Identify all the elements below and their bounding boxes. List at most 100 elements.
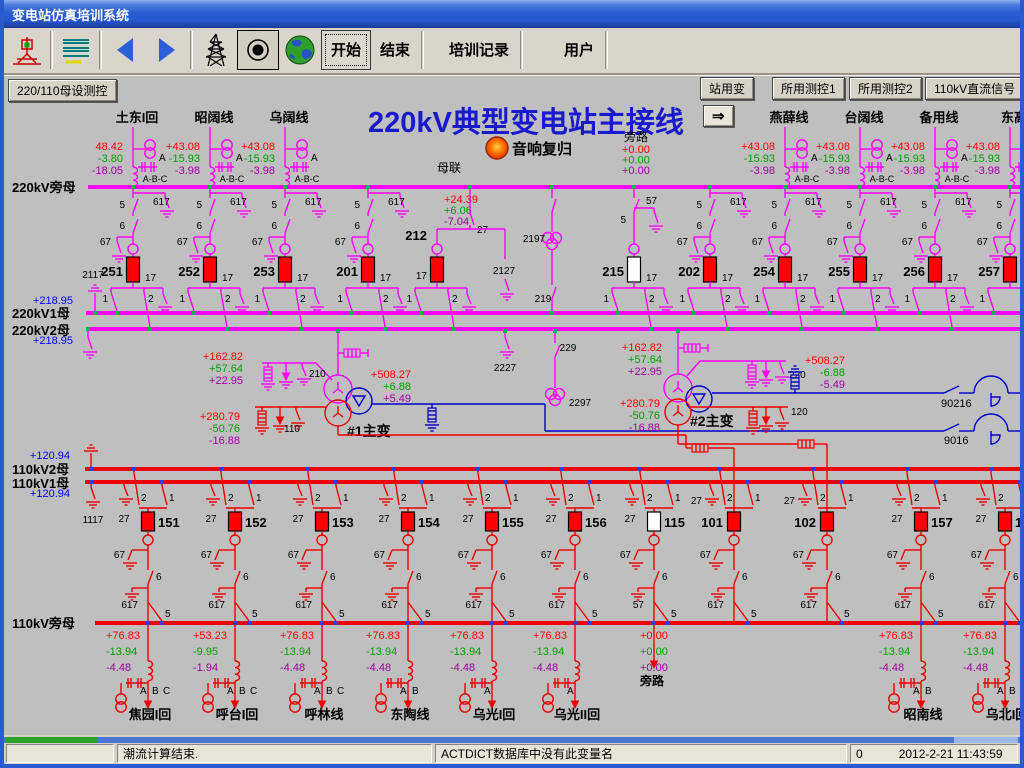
svg-text:-15.93: -15.93 (969, 153, 1000, 165)
svg-text:152: 152 (245, 515, 267, 530)
svg-text:101: 101 (701, 515, 723, 530)
bay-154[interactable]: 21271546766175 (374, 467, 441, 625)
bay-257[interactable]: 56176672571712 (977, 185, 1020, 331)
transformer-2[interactable]: 220#2主变120+162.82+57.64+22.95+280.79-50.… (620, 329, 1020, 448)
svg-text:-3.98: -3.98 (900, 165, 925, 177)
bay-156[interactable]: 21271566766175 (541, 467, 607, 625)
svg-text:1: 1 (675, 493, 681, 504)
user-button[interactable]: 用户 (555, 30, 603, 70)
bay-201[interactable]: 56176672011712 (335, 185, 409, 331)
svg-text:2: 2 (914, 493, 920, 504)
toolbar-separator (99, 31, 102, 69)
svg-text:57: 57 (646, 196, 658, 207)
svg-text:115: 115 (664, 515, 685, 530)
bay-101[interactable]: 21271016766175 (691, 448, 761, 625)
progress-green-segment (6, 737, 98, 743)
tower-button[interactable] (195, 30, 237, 70)
feeder-旁路[interactable]: +0.00+0.00+0.00旁路 (639, 621, 668, 688)
bay-254[interactable]: 56176672541712 (752, 185, 826, 331)
svg-text:+43.08: +43.08 (816, 141, 850, 153)
bay-115[interactable]: 2127115676575 (620, 467, 685, 625)
svg-text:27: 27 (624, 514, 636, 525)
feeder-乌光II回[interactable]: +76.83-13.94-4.48A乌光II回 (533, 621, 600, 722)
svg-text:-1.94: -1.94 (193, 662, 218, 674)
annunciator-reset[interactable]: 音响复归 (486, 137, 572, 159)
bay-102[interactable]: 21271026766175 (784, 444, 854, 625)
globe-button[interactable] (279, 30, 321, 70)
svg-text:-3.80: -3.80 (98, 153, 123, 165)
feeder-燕薛线[interactable]: 燕薛线+43.08-15.93-3.98AA-B-C (741, 110, 820, 189)
bay-256[interactable]: 56176672561712 (902, 185, 976, 331)
feeder-昭阔线[interactable]: 昭阔线+43.08-15.93-3.98AA-B-C (166, 110, 245, 189)
svg-text:6: 6 (996, 221, 1002, 232)
end-button[interactable]: 结束 (371, 30, 419, 70)
record-button[interactable] (237, 30, 279, 70)
feeder-东高[interactable]: 东高+43.08-15.93-3.98AA-B-C (966, 110, 1020, 189)
feeder-乌阔线[interactable]: 乌阔线+43.08-15.93-3.98AA-B-C (241, 110, 320, 189)
svg-text:A: A (140, 686, 147, 697)
left-earth-110 (84, 445, 100, 508)
feeder-焦园I回[interactable]: +76.83-13.94-4.48ABC焦园I回 (106, 621, 171, 722)
aux-control-1-button[interactable]: 所用测控1 (772, 77, 845, 100)
page-arrow-button[interactable]: ⇒ (703, 105, 734, 127)
bay-251[interactable]: 56176672511712 (100, 185, 174, 331)
feeder-乌北I回[interactable]: +76.83-13.94-4.48AB乌北I回 (963, 621, 1020, 722)
svg-text:1: 1 (179, 294, 185, 305)
feeder-乌光I回[interactable]: +76.83-13.94-4.48A乌光I回 (450, 621, 515, 722)
svg-text:B: B (925, 686, 932, 697)
svg-text:1: 1 (343, 493, 349, 504)
bay-255[interactable]: 56176672551712 (827, 185, 901, 331)
bay-253[interactable]: 56176672531712 (252, 185, 326, 331)
transformer-1[interactable]: 210#1主变110+162.82+57.64+22.95+280.79-50.… (200, 329, 1020, 452)
svg-text:+76.83: +76.83 (280, 630, 314, 642)
bay-252[interactable]: 56176672521712 (177, 185, 251, 331)
svg-text:27: 27 (118, 514, 130, 525)
feeder-东陶线[interactable]: +76.83-13.94-4.48AB东陶线 (366, 621, 430, 722)
svg-text:-4.48: -4.48 (280, 662, 305, 674)
svg-text:2: 2 (300, 294, 306, 305)
bay-158[interactable]: 21271586766175 (971, 467, 1020, 625)
bay-152[interactable]: 21271526766175 (201, 467, 267, 625)
substation-button[interactable] (6, 30, 48, 70)
bay-202[interactable]: 56176672021712 (677, 185, 751, 331)
feeder-台阔线[interactable]: 台阔线+43.08-15.93-3.98AA-B-C (816, 110, 895, 189)
svg-text:67: 67 (288, 550, 300, 561)
feeder-呼台I回[interactable]: +53.23-9.95-1.94ABC呼台I回 (193, 621, 258, 722)
toolbar-separator (520, 31, 523, 69)
svg-text:251: 251 (101, 264, 123, 279)
svg-text:B: B (326, 686, 333, 697)
start-button[interactable]: 开始 (321, 30, 371, 70)
svg-text:5: 5 (938, 609, 944, 620)
prev-arrow-icon (107, 30, 143, 70)
svg-text:1: 1 (169, 493, 175, 504)
svg-text:2: 2 (568, 493, 574, 504)
report-list-button[interactable] (55, 30, 97, 70)
next-arrow-icon (149, 30, 185, 70)
svg-text:254: 254 (753, 264, 775, 279)
bay-157[interactable]: 21271576766175 (887, 467, 953, 625)
svg-text:+76.83: +76.83 (963, 630, 997, 642)
bay-155[interactable]: 21271556766175 (458, 467, 524, 625)
feeder-土东I回[interactable]: 土东I回48.42-3.80-18.05AA-B-C (92, 110, 168, 189)
training-record-button[interactable]: 培训记录 (440, 30, 518, 70)
svg-text:A: A (913, 686, 920, 697)
dc-signal-button[interactable]: 110kV直流信号 (925, 77, 1020, 100)
bay-153[interactable]: 21271536766175 (288, 467, 354, 625)
app-window: 变电站仿真培训系统 (0, 0, 1024, 768)
bay-215[interactable]: 5572151712 (602, 185, 673, 331)
next-button[interactable] (146, 30, 188, 70)
station-transformer-button[interactable]: 站用变 (700, 77, 754, 100)
svg-text:1: 1 (337, 294, 343, 305)
prev-button[interactable] (104, 30, 146, 70)
feeder-备用线[interactable]: 备用线+43.08-15.93-3.98AA-B-C (891, 110, 970, 189)
aux-control-2-button[interactable]: 所用测控2 (849, 77, 922, 100)
feeder-呼林线[interactable]: +76.83-13.94-4.48ABC呼林线 (280, 621, 344, 722)
svg-text:2: 2 (452, 294, 458, 305)
svg-text:+57.64: +57.64 (628, 354, 662, 366)
svg-text:-13.94: -13.94 (106, 646, 137, 658)
svg-text:5: 5 (671, 609, 677, 620)
svg-text:6: 6 (921, 221, 927, 232)
bus-measure-control-button[interactable]: 220/110母设测控 (8, 79, 117, 102)
feeder-昭南线[interactable]: +76.83-13.94-4.48AB昭南线 (879, 621, 943, 722)
bay-151[interactable]: 21271516766175 (114, 467, 180, 625)
